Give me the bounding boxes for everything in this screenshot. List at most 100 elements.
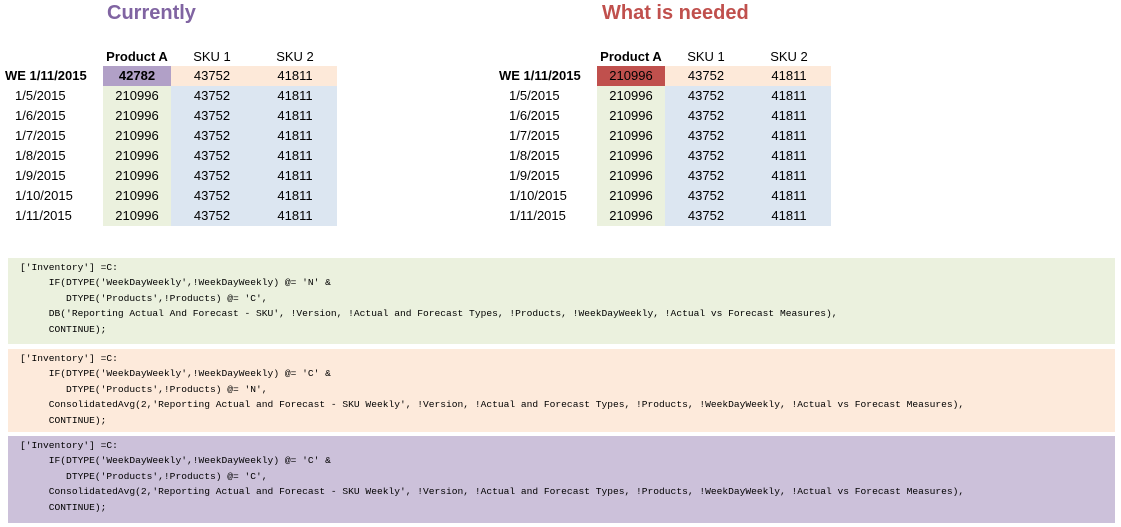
table-header-row: Product A SKU 1 SKU 2 bbox=[499, 48, 831, 66]
table-cell: 210996 bbox=[597, 86, 665, 106]
needed-table: Product A SKU 1 SKU 2 WE 1/11/2015 210996 437… bbox=[499, 48, 831, 226]
table-cell: 43752 bbox=[665, 166, 747, 186]
table-cell: 41811 bbox=[747, 146, 831, 166]
table-cell: 210996 bbox=[597, 186, 665, 206]
row-label: 1/5/2015 bbox=[15, 88, 66, 103]
table-cell: 41811 bbox=[747, 166, 831, 186]
table-row: 1/9/2015 210996 43752 41811 bbox=[5, 166, 337, 186]
code-line: DB('Reporting Actual And Forecast - SKU'… bbox=[20, 308, 838, 320]
column-header: SKU 1 bbox=[193, 49, 231, 64]
table-cell: 41811 bbox=[747, 206, 831, 226]
code-line: IF(DTYPE('WeekDayWeekly',!WeekDayWeekly)… bbox=[20, 368, 331, 380]
table-cell: 41811 bbox=[253, 206, 337, 226]
table-cell: 43752 bbox=[665, 66, 747, 86]
code-line: DTYPE('Products',!Products) @= 'C', bbox=[20, 292, 268, 304]
row-label: 1/9/2015 bbox=[15, 168, 66, 183]
table-cell: 43752 bbox=[665, 86, 747, 106]
code-block-3: ['Inventory'] =C: IF(DTYPE('WeekDayWeekl… bbox=[8, 436, 1115, 523]
table-cell: 43752 bbox=[665, 206, 747, 226]
table-row: 1/10/2015 210996 43752 41811 bbox=[5, 186, 337, 206]
table-row: 1/8/2015 210996 43752 41811 bbox=[5, 146, 337, 166]
table-cell: 41811 bbox=[747, 126, 831, 146]
table-cell: 210996 bbox=[597, 106, 665, 126]
week-ending-row: WE 1/11/2015 42782 43752 41811 bbox=[5, 66, 337, 86]
table-cell: 41811 bbox=[253, 106, 337, 126]
table-cell: 210996 bbox=[597, 206, 665, 226]
row-label: WE 1/11/2015 bbox=[499, 68, 581, 83]
code-block-2: ['Inventory'] =C: IF(DTYPE('WeekDayWeekl… bbox=[8, 349, 1115, 432]
column-header bbox=[5, 48, 103, 66]
code-line: ['Inventory'] =C: bbox=[20, 353, 118, 364]
currently-heading: Currently bbox=[107, 2, 196, 24]
table-cell: 210996 bbox=[103, 166, 171, 186]
table-cell: 210996 bbox=[597, 126, 665, 146]
column-header: SKU 2 bbox=[276, 49, 314, 64]
row-label: 1/9/2015 bbox=[509, 168, 560, 183]
code-line: IF(DTYPE('WeekDayWeekly',!WeekDayWeekly)… bbox=[20, 277, 331, 289]
table-cell: 41811 bbox=[253, 166, 337, 186]
code-line: ['Inventory'] =C: bbox=[20, 262, 118, 273]
table-cell: 43752 bbox=[665, 106, 747, 126]
table-cell: 41811 bbox=[253, 186, 337, 206]
table-cell: 210996 bbox=[103, 86, 171, 106]
table-cell: 41811 bbox=[253, 86, 337, 106]
table-cell: 210996 bbox=[103, 146, 171, 166]
row-label: 1/11/2015 bbox=[15, 208, 72, 223]
code-block-1: ['Inventory'] =C: IF(DTYPE('WeekDayWeekl… bbox=[8, 258, 1115, 344]
code-line: ConsolidatedAvg(2,'Reporting Actual and … bbox=[20, 399, 965, 411]
table-cell: 210996 bbox=[597, 166, 665, 186]
row-label: 1/10/2015 bbox=[15, 188, 73, 203]
table-cell: 43752 bbox=[665, 146, 747, 166]
table-row: 1/5/2015 210996 43752 41811 bbox=[499, 86, 831, 106]
row-label: 1/8/2015 bbox=[15, 148, 66, 163]
table-row: 1/10/2015 210996 43752 41811 bbox=[499, 186, 831, 206]
table-row: 1/11/2015 210996 43752 41811 bbox=[5, 206, 337, 226]
table-cell: 210996 bbox=[597, 146, 665, 166]
column-header: Product A bbox=[106, 49, 168, 64]
column-header: SKU 1 bbox=[687, 49, 725, 64]
table-cell: 210996 bbox=[597, 66, 665, 86]
table-header-row: Product A SKU 1 SKU 2 bbox=[5, 48, 337, 66]
table-cell: 41811 bbox=[747, 66, 831, 86]
table-cell: 210996 bbox=[103, 186, 171, 206]
code-line: ConsolidatedAvg(2,'Reporting Actual and … bbox=[20, 486, 965, 498]
currently-table: Product A SKU 1 SKU 2 WE 1/11/2015 42782 4375… bbox=[5, 48, 337, 226]
table-cell: 43752 bbox=[171, 106, 253, 126]
table-cell: 41811 bbox=[253, 66, 337, 86]
code-line: DTYPE('Products',!Products) @= 'N', bbox=[20, 383, 268, 395]
table-cell: 43752 bbox=[171, 66, 253, 86]
table-cell: 41811 bbox=[253, 146, 337, 166]
table-cell: 43752 bbox=[171, 166, 253, 186]
row-label: WE 1/11/2015 bbox=[5, 68, 87, 83]
table-cell: 43752 bbox=[665, 186, 747, 206]
week-ending-row: WE 1/11/2015 210996 43752 41811 bbox=[499, 66, 831, 86]
code-line: CONTINUE); bbox=[20, 414, 107, 426]
code-line: CONTINUE); bbox=[20, 323, 107, 335]
code-line: ['Inventory'] =C: bbox=[20, 440, 118, 451]
table-row: 1/9/2015 210996 43752 41811 bbox=[499, 166, 831, 186]
column-header bbox=[499, 48, 597, 66]
table-cell: 41811 bbox=[747, 86, 831, 106]
table-row: 1/11/2015 210996 43752 41811 bbox=[499, 206, 831, 226]
table-cell: 41811 bbox=[253, 126, 337, 146]
needed-heading: What is needed bbox=[602, 2, 749, 24]
row-label: 1/7/2015 bbox=[509, 128, 560, 143]
table-row: 1/5/2015 210996 43752 41811 bbox=[5, 86, 337, 106]
table-row: 1/6/2015 210996 43752 41811 bbox=[499, 106, 831, 126]
table-cell: 42782 bbox=[103, 66, 171, 86]
row-label: 1/10/2015 bbox=[509, 188, 567, 203]
table-cell: 41811 bbox=[747, 106, 831, 126]
table-cell: 43752 bbox=[171, 86, 253, 106]
row-label: 1/5/2015 bbox=[509, 88, 560, 103]
column-header: SKU 2 bbox=[770, 49, 808, 64]
table-cell: 210996 bbox=[103, 126, 171, 146]
column-header: Product A bbox=[600, 49, 662, 64]
row-label: 1/6/2015 bbox=[15, 108, 66, 123]
table-row: 1/7/2015 210996 43752 41811 bbox=[5, 126, 337, 146]
row-label: 1/7/2015 bbox=[15, 128, 66, 143]
table-cell: 43752 bbox=[171, 206, 253, 226]
code-line: IF(DTYPE('WeekDayWeekly',!WeekDayWeekly)… bbox=[20, 455, 331, 467]
table-cell: 43752 bbox=[171, 146, 253, 166]
table-cell: 43752 bbox=[665, 126, 747, 146]
table-row: 1/7/2015 210996 43752 41811 bbox=[499, 126, 831, 146]
